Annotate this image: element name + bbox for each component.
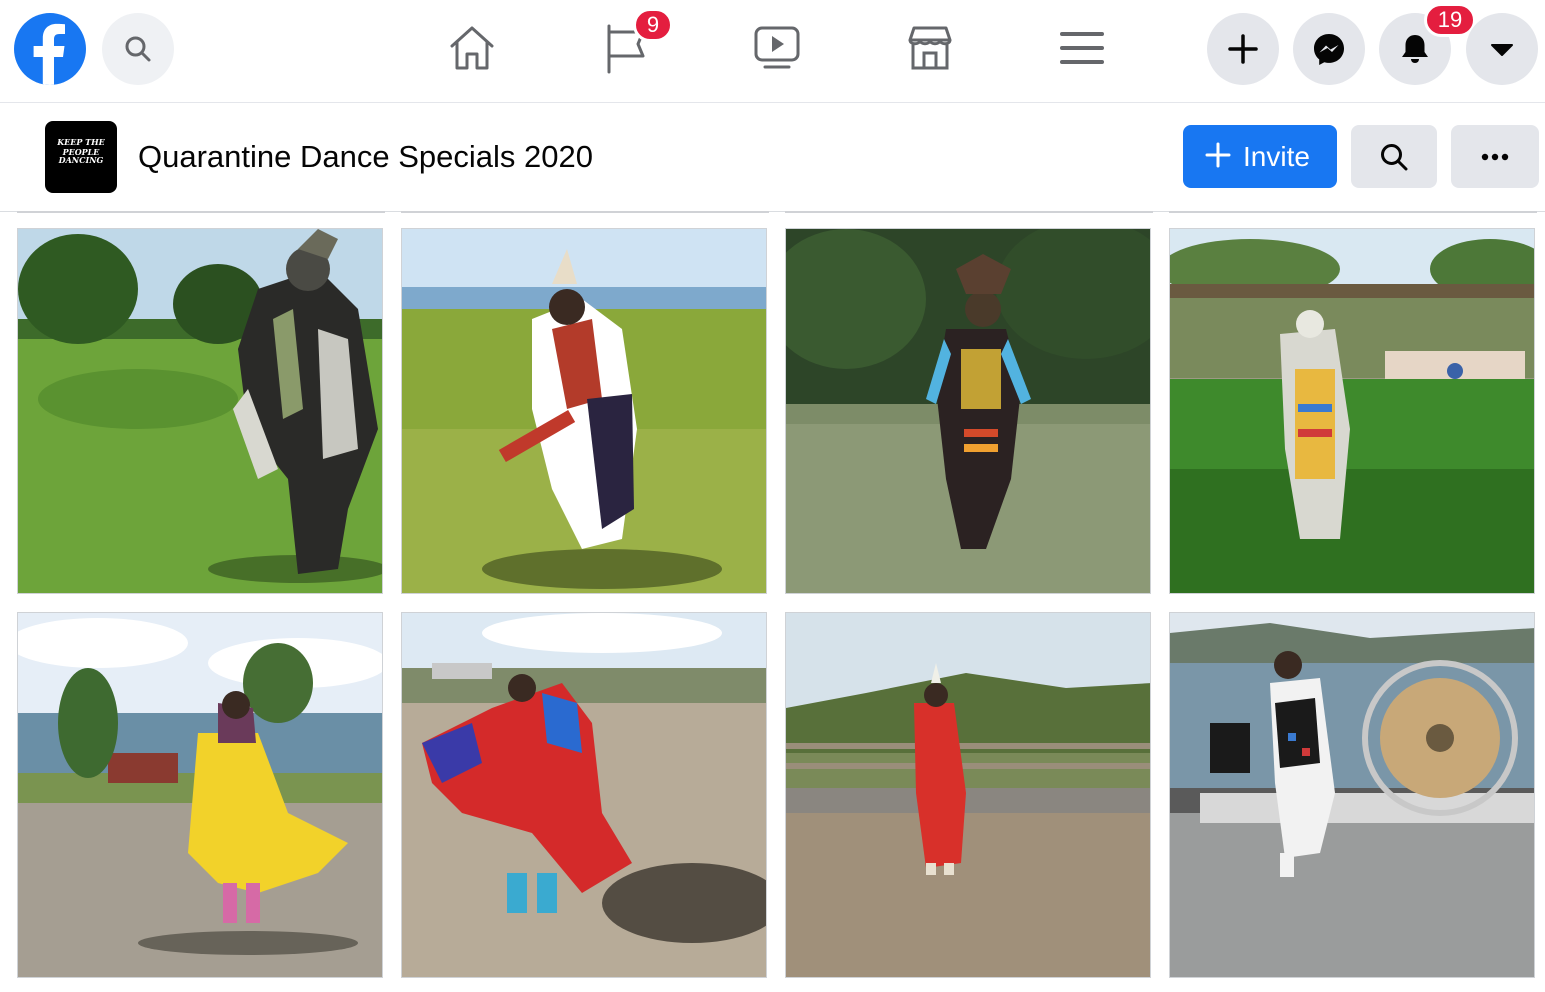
notifications-badge: 19 (1424, 3, 1476, 37)
video-thumbnail[interactable] (1169, 228, 1535, 594)
group-search-button[interactable] (1351, 125, 1437, 188)
search-button[interactable] (102, 13, 174, 85)
menu-tab[interactable] (1056, 22, 1108, 74)
video-thumbnail[interactable] (785, 228, 1151, 594)
avatar-line-1: KEEP THE PEOPLE (57, 137, 105, 157)
video-thumbnail[interactable] (17, 228, 383, 594)
facebook-logo-icon[interactable] (14, 13, 86, 85)
video-thumbnail[interactable] (17, 612, 383, 978)
marketplace-icon (908, 26, 952, 70)
divider (401, 211, 769, 213)
marketplace-tab[interactable] (904, 22, 956, 74)
create-button[interactable] (1207, 13, 1279, 85)
group-avatar[interactable]: KEEP THE PEOPLE DANCING (45, 121, 117, 193)
home-icon (450, 26, 494, 70)
watch-tab[interactable] (751, 22, 803, 74)
more-dots-icon (1481, 153, 1509, 161)
top-navigation-bar: 9 19 (0, 0, 1545, 103)
menu-icon (1060, 32, 1104, 64)
plus-icon (1228, 34, 1258, 64)
divider (785, 211, 1153, 213)
messenger-icon (1314, 34, 1344, 65)
video-thumbnail[interactable] (1169, 612, 1535, 978)
plus-icon (1205, 142, 1231, 168)
home-tab[interactable] (446, 22, 498, 74)
video-grid (17, 228, 1537, 980)
invite-button[interactable]: Invite (1183, 125, 1337, 188)
divider (1169, 211, 1537, 213)
bell-icon (1402, 35, 1428, 63)
divider (17, 211, 385, 213)
more-options-button[interactable] (1451, 125, 1539, 188)
messenger-button[interactable] (1293, 13, 1365, 85)
group-header: KEEP THE PEOPLE DANCING Quarantine Dance… (0, 103, 1545, 212)
caret-down-icon (1491, 44, 1513, 56)
account-menu-button[interactable] (1466, 13, 1538, 85)
search-icon (1381, 144, 1408, 171)
search-icon (125, 36, 151, 62)
video-thumbnail[interactable] (401, 612, 767, 978)
video-thumbnail[interactable] (401, 228, 767, 594)
invite-label: Invite (1243, 141, 1310, 172)
video-thumbnail[interactable] (785, 612, 1151, 978)
avatar-line-2: DANCING (58, 155, 104, 165)
pages-notification-badge: 9 (633, 8, 673, 42)
group-title[interactable]: Quarantine Dance Specials 2020 (138, 139, 593, 175)
watch-icon (754, 26, 800, 69)
